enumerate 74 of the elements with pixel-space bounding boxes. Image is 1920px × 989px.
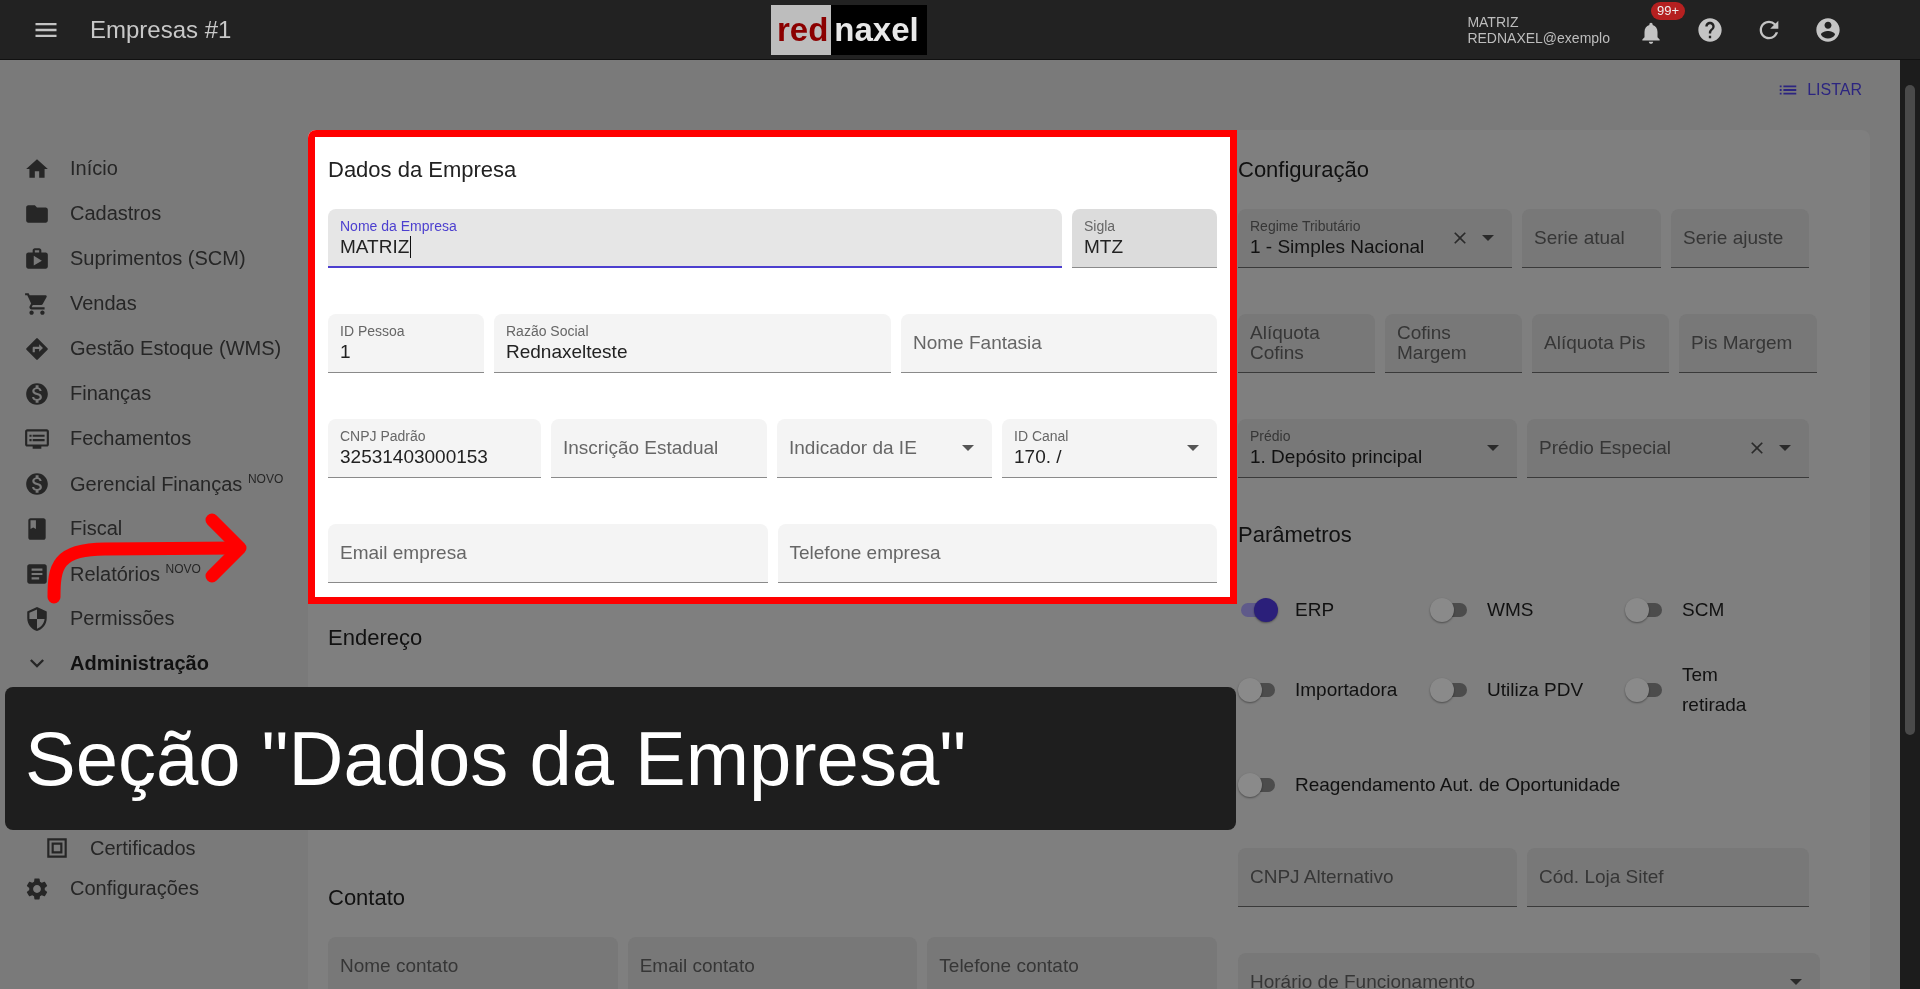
notification-badge: 99+ bbox=[1651, 1, 1686, 20]
nav-item[interactable]: Suprimentos (SCM) bbox=[0, 236, 300, 281]
text-field[interactable]: ID Pessoa 1 bbox=[328, 314, 484, 373]
dropdown-arrow-icon bbox=[1482, 235, 1494, 241]
caption-banner: Seção "Dados da Empresa" bbox=[5, 687, 1236, 830]
text-field[interactable]: Telefone contato bbox=[927, 937, 1217, 989]
switch-label: Utiliza PDV bbox=[1487, 678, 1584, 702]
dropdown-field[interactable]: ID Canal 170. / bbox=[1002, 419, 1217, 478]
section-title: Dados da Empresa bbox=[328, 156, 518, 184]
text-field[interactable]: Inscrição Estadual bbox=[551, 419, 767, 478]
text-field[interactable]: Razão Social Rednaxelteste bbox=[494, 314, 891, 373]
dropdown-field[interactable]: Horário de Funcionamento bbox=[1238, 953, 1820, 989]
text-field[interactable]: Serie ajuste bbox=[1671, 209, 1809, 268]
cart-icon bbox=[24, 290, 50, 317]
chevron-down-icon bbox=[30, 659, 44, 668]
text-field[interactable]: Nome da Empresa MATRIZ bbox=[328, 209, 1062, 268]
dropdown-field[interactable]: Regime Tributário 1 - Simples Nacional bbox=[1238, 209, 1512, 268]
nav-item[interactable]: Certificados bbox=[0, 830, 300, 866]
text-field[interactable]: CNPJ Alternativo bbox=[1238, 848, 1517, 907]
nav-item[interactable]: Administração bbox=[0, 641, 300, 686]
nav-item[interactable]: Gestão Estoque (WMS) bbox=[0, 326, 300, 371]
briefcase-icon bbox=[24, 245, 50, 272]
dollar-icon bbox=[24, 380, 50, 407]
dollar-icon bbox=[24, 470, 50, 497]
nav-item[interactable]: Fechamentos bbox=[0, 416, 300, 461]
shield-icon bbox=[24, 605, 50, 632]
text-field[interactable]: CNPJ Padrão 32531403000153 bbox=[328, 419, 541, 478]
section-title: Endereço bbox=[328, 624, 424, 652]
nav-item[interactable]: Fiscal bbox=[0, 506, 300, 551]
dropdown-field[interactable]: Prédio 1. Depósito principal bbox=[1238, 419, 1517, 478]
nav-item[interactable]: Permissões bbox=[0, 596, 300, 641]
page-title: Empresas #1 bbox=[90, 15, 232, 44]
dropdown-arrow-icon bbox=[962, 445, 974, 451]
nav-item[interactable]: Configurações bbox=[0, 866, 300, 911]
text-field[interactable]: Sigla MTZ bbox=[1072, 209, 1217, 268]
text-field[interactable]: Alíquota Cofins bbox=[1238, 314, 1375, 373]
text-field[interactable]: Cód. Loja Sitef bbox=[1527, 848, 1809, 907]
text-field[interactable]: Cofins Margem bbox=[1385, 314, 1522, 373]
nav-item[interactable]: Vendas bbox=[0, 281, 300, 326]
switch-label: Importadora bbox=[1295, 678, 1398, 702]
text-field[interactable]: Pis Margem bbox=[1679, 314, 1817, 373]
text-field[interactable]: Telefone empresa bbox=[777, 524, 1217, 583]
dropdown-arrow-icon bbox=[1487, 445, 1499, 451]
scrollbar[interactable] bbox=[1900, 60, 1920, 989]
user-email: REDNAXEL@exemplo bbox=[1467, 29, 1610, 46]
nav-item[interactable]: Gerencial Finanças $^{NOVO}$ bbox=[0, 461, 300, 506]
text-field[interactable]: Email contato bbox=[627, 937, 918, 989]
switch-label: Reagendamento Aut. de Oportunidade bbox=[1295, 773, 1621, 797]
nav-item[interactable]: Cadastros bbox=[0, 191, 300, 236]
switch-label: ERP bbox=[1295, 598, 1335, 622]
dropdown-arrow-icon bbox=[1187, 445, 1199, 451]
dropdown-field[interactable]: Indicador da IE bbox=[777, 419, 992, 478]
dropdown-arrow-icon bbox=[1790, 979, 1802, 985]
section-title: Configuração bbox=[1238, 156, 1370, 184]
user-name: MATRIZ bbox=[1467, 13, 1520, 30]
switch-label: Tem retirada bbox=[1682, 663, 1748, 717]
dropdown-arrow-icon bbox=[1779, 445, 1791, 451]
frame-icon bbox=[44, 835, 70, 861]
text-field[interactable]: Serie atual bbox=[1522, 209, 1661, 268]
diamond-arrow-icon bbox=[24, 335, 50, 362]
list-button[interactable]: LISTAR bbox=[1769, 75, 1870, 105]
section-title: Parâmetros bbox=[1238, 521, 1353, 549]
dropdown-field[interactable]: Prédio Especial bbox=[1527, 419, 1809, 478]
logo: red naxel bbox=[771, 4, 927, 55]
text-field[interactable]: Alíquota Pis bbox=[1532, 314, 1669, 373]
section-title: Contato bbox=[328, 884, 407, 912]
text-field[interactable]: Email empresa bbox=[328, 524, 768, 583]
switch-label: WMS bbox=[1487, 598, 1534, 622]
text-field[interactable]: Nome contato bbox=[328, 937, 618, 989]
switch-label: SCM bbox=[1682, 598, 1725, 622]
nav-item[interactable]: Relatórios $^{NOVO}$ bbox=[0, 551, 300, 596]
nav-item[interactable]: Finanças bbox=[0, 371, 300, 416]
nav-item[interactable]: Início bbox=[0, 146, 300, 191]
text-field[interactable]: Nome Fantasia bbox=[901, 314, 1217, 373]
